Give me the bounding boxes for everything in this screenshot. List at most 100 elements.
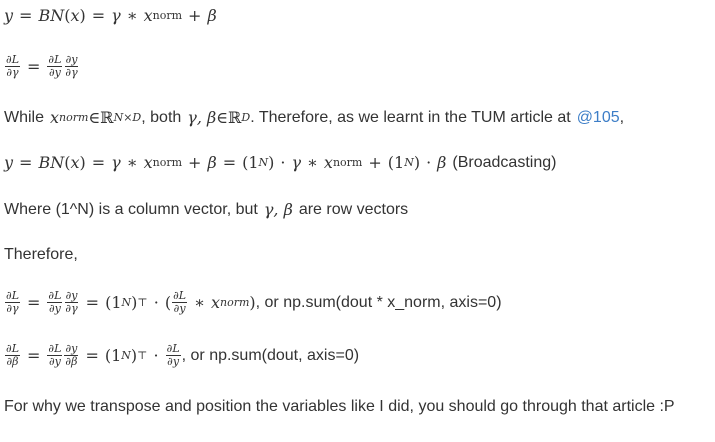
superscript-d: D bbox=[241, 111, 251, 124]
paragraph-therefore: Therefore, bbox=[4, 246, 78, 264]
var-beta: β bbox=[207, 153, 217, 172]
var-x-norm: x bbox=[143, 6, 153, 25]
cdot-op: · bbox=[426, 153, 432, 172]
var-beta: β bbox=[437, 153, 447, 172]
ones-vector: (1 bbox=[242, 153, 259, 172]
equation-gamma-gradient: ∂L ∂γ = ∂L ∂y ∂y ∂γ = (1 N) ⊤ · ( ∂L ∂y ∗ x nor… bbox=[4, 290, 502, 315]
cdot-op: · bbox=[280, 153, 286, 172]
superscript-n: N bbox=[121, 349, 131, 362]
equation-bn: y = BN(x) = γ ∗ x norm + β bbox=[4, 6, 217, 25]
paren: ) bbox=[268, 153, 275, 172]
superscript-n: N bbox=[121, 296, 132, 309]
var-beta: β bbox=[207, 6, 217, 25]
equation-broadcasting: y = BN(x) = γ ∗ x norm + β = (1 N) · γ ∗ x… bbox=[4, 153, 556, 172]
equation-beta-gradient: ∂L ∂β = ∂L ∂y ∂y ∂β = (1 N) ⊤ · ∂L ∂y , or np.… bbox=[4, 343, 359, 368]
numpy-note: , or np.sum(dout, axis=0) bbox=[181, 346, 360, 364]
denominator: ∂y bbox=[48, 302, 61, 315]
fraction-dy-dgamma: ∂y ∂γ bbox=[64, 290, 79, 315]
fraction-dy-dbeta: ∂y ∂β bbox=[64, 343, 79, 368]
equals-sign: = bbox=[91, 153, 106, 172]
denominator: ∂y bbox=[173, 302, 186, 315]
equals-sign: = bbox=[91, 6, 106, 25]
denominator: ∂γ bbox=[65, 66, 78, 79]
subscript-norm: norm bbox=[332, 156, 363, 169]
var-y: y bbox=[4, 6, 14, 25]
equals-sign: = bbox=[27, 293, 41, 312]
fraction-dl-dy: ∂L ∂y bbox=[47, 54, 63, 79]
element-of: ∈ bbox=[216, 108, 229, 127]
ones-vector: (1 bbox=[105, 293, 122, 312]
text: Where (1^N) is a column vector, but bbox=[4, 200, 258, 218]
equation-chain-rule-gamma: ∂L ∂γ = ∂L ∂y ∂y ∂γ bbox=[4, 54, 80, 79]
subscript-norm: norm bbox=[219, 296, 250, 309]
equals-sign: = bbox=[222, 153, 237, 172]
transpose-symbol: ⊤ bbox=[137, 349, 148, 362]
text: , bbox=[619, 108, 625, 126]
ones-vector: (1 bbox=[104, 346, 122, 365]
fraction-dl-dy: ∂L ∂y bbox=[47, 343, 63, 368]
text: For why we transpose and position the va… bbox=[4, 398, 675, 415]
fraction-dl-dbeta: ∂L ∂β bbox=[5, 343, 20, 368]
star-op: ∗ bbox=[126, 153, 138, 172]
denominator: ∂y bbox=[167, 355, 180, 368]
var-gamma: γ bbox=[291, 153, 302, 172]
star-op: ∗ bbox=[126, 6, 138, 25]
var-x-norm: x bbox=[210, 293, 220, 312]
text: While bbox=[4, 108, 45, 126]
equals-sign: = bbox=[85, 346, 99, 365]
ones-vector: (1 bbox=[387, 153, 405, 172]
paragraph-closing: For why we transpose and position the va… bbox=[4, 398, 675, 416]
plus-op: + bbox=[188, 6, 202, 25]
equals-sign: = bbox=[27, 346, 41, 365]
plus-op: + bbox=[188, 153, 202, 172]
element-of: ∈ bbox=[88, 108, 101, 127]
paren: ) bbox=[79, 153, 86, 172]
var-y: y bbox=[4, 153, 14, 172]
var-gamma: γ bbox=[111, 6, 121, 25]
reals-symbol: ℝ bbox=[228, 108, 242, 127]
paragraph-dimensions: While x norm ∈ ℝ N×D , both γ, β ∈ ℝD . Th… bbox=[4, 108, 624, 127]
text: . Therefore, as we learnt in the TUM art… bbox=[250, 108, 571, 126]
post-link[interactable]: @105 bbox=[577, 109, 620, 127]
bn-function: BN bbox=[38, 6, 65, 25]
var-gamma: γ bbox=[111, 153, 121, 172]
star-op: ∗ bbox=[194, 293, 205, 312]
denominator: ∂γ bbox=[65, 302, 78, 315]
superscript-n: N bbox=[258, 156, 269, 169]
paren: ) bbox=[413, 153, 421, 172]
subscript-norm: norm bbox=[152, 156, 183, 169]
denominator: ∂γ bbox=[6, 66, 19, 79]
denominator: ∂β bbox=[6, 355, 19, 368]
var-gamma-beta: γ, β bbox=[187, 108, 217, 127]
var-x-norm: x bbox=[323, 153, 333, 172]
fraction-dl-dgamma: ∂L ∂γ bbox=[5, 54, 20, 79]
broadcasting-note: (Broadcasting) bbox=[452, 153, 557, 171]
numpy-note: , or np.sum(dout * x_norm, axis=0) bbox=[255, 293, 502, 311]
fraction-dl-dy: ∂L ∂y bbox=[47, 290, 63, 315]
bn-function: BN bbox=[38, 153, 65, 172]
subscript-norm: norm bbox=[59, 111, 89, 124]
text: are row vectors bbox=[298, 200, 409, 218]
denominator: ∂β bbox=[65, 355, 78, 368]
fraction-dl-dgamma: ∂L ∂γ bbox=[5, 290, 20, 315]
reals-symbol: ℝ bbox=[100, 108, 114, 127]
subscript-norm: norm bbox=[152, 9, 183, 22]
fraction-dl-dy: ∂L ∂y bbox=[172, 290, 188, 315]
plus-op: + bbox=[368, 153, 382, 172]
var-x-norm: x bbox=[143, 153, 153, 172]
fraction-dl-dy: ∂L ∂y bbox=[165, 343, 181, 368]
var-x: x bbox=[50, 108, 60, 127]
paren: ) bbox=[79, 6, 86, 25]
denominator: ∂y bbox=[48, 66, 61, 79]
denominator: ∂γ bbox=[6, 302, 19, 315]
equals-sign: = bbox=[19, 153, 33, 172]
denominator: ∂y bbox=[48, 355, 61, 368]
fraction-dy-dgamma: ∂y ∂γ bbox=[64, 54, 79, 79]
superscript-n: N bbox=[404, 156, 414, 169]
star-op: ∗ bbox=[307, 153, 318, 172]
var-x: x bbox=[70, 153, 80, 172]
text: Therefore, bbox=[4, 246, 78, 263]
cdot-op: · bbox=[153, 293, 159, 312]
var-x: x bbox=[70, 6, 80, 25]
paren: ( bbox=[164, 293, 172, 312]
